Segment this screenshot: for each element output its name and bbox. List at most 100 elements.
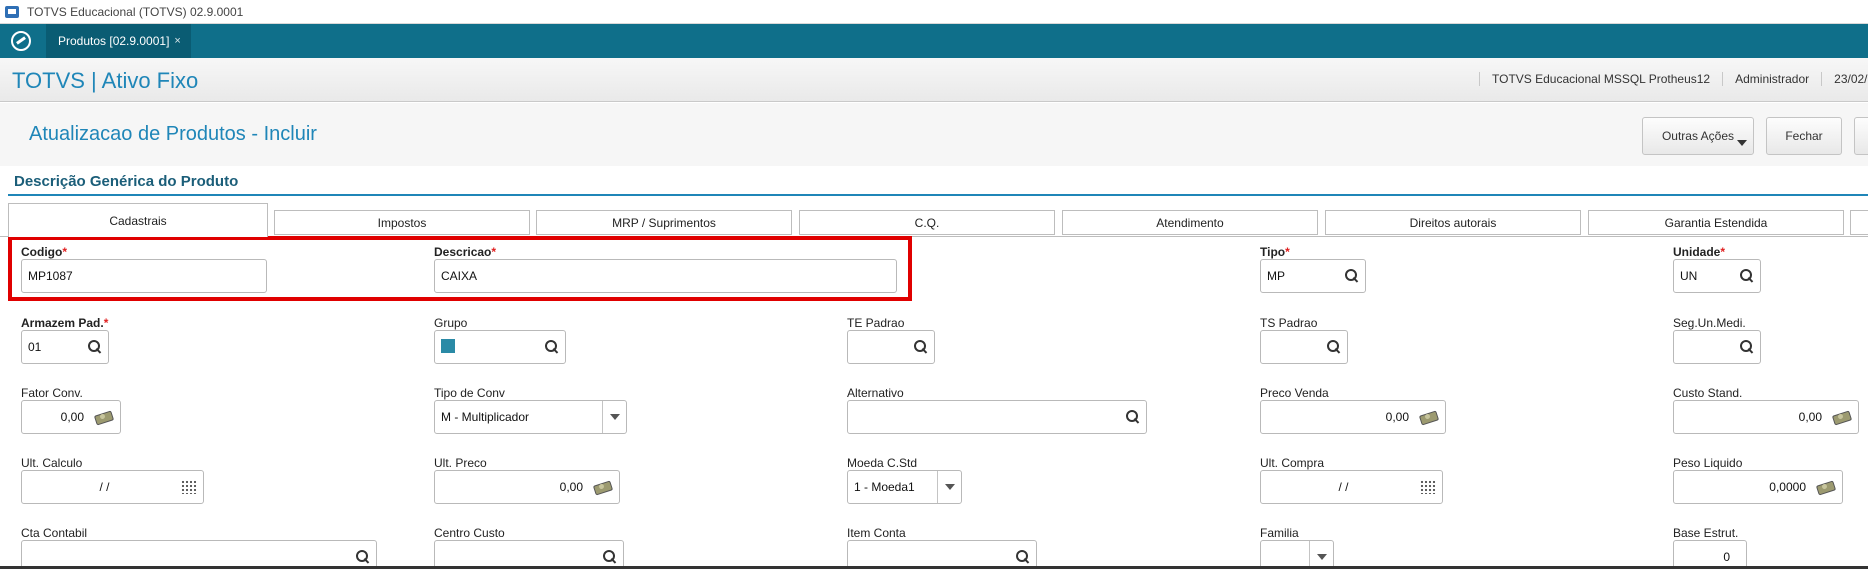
required-mark: * bbox=[103, 316, 109, 330]
ult-compra-field[interactable]: / / bbox=[1260, 470, 1443, 504]
base-estrut-value: 0 bbox=[1723, 550, 1730, 564]
money-icon[interactable] bbox=[94, 411, 114, 423]
chevron-down-icon[interactable] bbox=[602, 401, 626, 433]
search-icon[interactable] bbox=[1345, 269, 1359, 283]
app-window-icon bbox=[5, 5, 19, 18]
chevron-down-icon[interactable] bbox=[1309, 541, 1333, 569]
app-title: TOTVS | Ativo Fixo bbox=[12, 68, 199, 93]
item-conta-label: Item Conta bbox=[847, 526, 906, 540]
search-icon[interactable] bbox=[914, 340, 928, 354]
required-mark: * bbox=[1285, 245, 1290, 259]
money-icon[interactable] bbox=[1816, 481, 1836, 493]
user-label[interactable]: Administrador bbox=[1722, 72, 1821, 86]
search-icon[interactable] bbox=[1016, 550, 1030, 564]
search-icon[interactable] bbox=[1327, 340, 1341, 354]
money-icon[interactable] bbox=[593, 481, 613, 493]
te-padrao-field[interactable] bbox=[847, 330, 935, 364]
chevron-down-icon bbox=[1737, 140, 1747, 146]
ult-calculo-field[interactable]: / / bbox=[21, 470, 204, 504]
calendar-icon[interactable] bbox=[1420, 480, 1436, 494]
money-icon[interactable] bbox=[1419, 411, 1439, 423]
tab-more[interactable] bbox=[1850, 210, 1868, 235]
tab-atendimento[interactable]: Atendimento bbox=[1062, 210, 1318, 235]
search-icon[interactable] bbox=[1126, 410, 1140, 424]
tipo-label: Tipo* bbox=[1260, 245, 1290, 259]
home-icon[interactable] bbox=[11, 31, 31, 51]
cta-contabil-label: Cta Contabil bbox=[21, 526, 88, 540]
armazem-field[interactable]: 01 bbox=[21, 330, 109, 364]
tab-cq[interactable]: C.Q. bbox=[799, 210, 1055, 235]
required-mark: * bbox=[1720, 245, 1726, 259]
ult-compra-label: Ult. Compra bbox=[1260, 456, 1325, 470]
search-icon[interactable] bbox=[603, 550, 617, 564]
other-actions-label: Outras Ações bbox=[1661, 129, 1735, 143]
environment-label: TOTVS Educacional MSSQL Protheus12 bbox=[1479, 72, 1722, 86]
section-title: Descrição Genérica do Produto bbox=[14, 173, 239, 190]
money-icon[interactable] bbox=[1832, 411, 1852, 423]
environment-infobar: TOTVS Educacional MSSQL Protheus12 Admin… bbox=[1479, 68, 1868, 90]
ts-padrao-label: TS Padrao bbox=[1260, 316, 1318, 330]
ult-calculo-value: / / bbox=[99, 480, 110, 494]
grupo-field[interactable] bbox=[434, 330, 566, 364]
ult-compra-value: / / bbox=[1338, 480, 1349, 494]
moeda-cstd-select[interactable]: 1 - Moeda1 bbox=[847, 470, 962, 504]
module-tabbar: Produtos [02.9.0001] × bbox=[0, 24, 1868, 58]
ult-preco-field[interactable]: 0,00 bbox=[434, 470, 620, 504]
te-padrao-label: TE Padrao bbox=[847, 316, 905, 330]
tab-direitos-autorais[interactable]: Direitos autorais bbox=[1325, 210, 1581, 235]
tab-garantia-estendida[interactable]: Garantia Estendida bbox=[1588, 210, 1844, 235]
search-icon[interactable] bbox=[1740, 340, 1754, 354]
form-title: Atualizacao de Produtos - Incluir bbox=[29, 123, 317, 145]
item-conta-field[interactable] bbox=[847, 540, 1037, 569]
moeda-cstd-label: Moeda C.Std bbox=[847, 456, 918, 470]
armazem-value: 01 bbox=[28, 340, 42, 354]
tipo-field[interactable]: MP bbox=[1260, 259, 1366, 293]
search-icon[interactable] bbox=[545, 340, 559, 354]
tab-produtos[interactable]: Produtos [02.9.0001] × bbox=[46, 24, 191, 58]
tipo-conv-label: Tipo de Conv bbox=[434, 386, 505, 400]
tipo-value: MP bbox=[1267, 269, 1285, 283]
centro-custo-label: Centro Custo bbox=[434, 526, 505, 540]
section-divider bbox=[8, 194, 1868, 196]
app-header: TOTVS | Ativo Fixo TOTVS Educacional MSS… bbox=[0, 58, 1868, 102]
tab-cadastrais[interactable]: Cadastrais bbox=[8, 203, 268, 237]
base-estrut-field[interactable]: 0 bbox=[1673, 540, 1747, 569]
calendar-icon[interactable] bbox=[181, 480, 197, 494]
peso-liquido-value: 0,0000 bbox=[1769, 480, 1806, 494]
tipo-conv-select[interactable]: M - Multiplicador bbox=[434, 400, 627, 434]
search-icon[interactable] bbox=[88, 340, 102, 354]
grupo-label: Grupo bbox=[434, 316, 468, 330]
familia-select[interactable] bbox=[1260, 540, 1334, 569]
ts-padrao-field[interactable] bbox=[1260, 330, 1348, 364]
unidade-label: Unidade* bbox=[1673, 245, 1726, 259]
familia-label: Familia bbox=[1260, 526, 1299, 540]
window-title: TOTVS Educacional (TOTVS) 02.9.0001 bbox=[27, 4, 244, 19]
alternativo-field[interactable] bbox=[847, 400, 1147, 434]
fator-conv-label: Fator Conv. bbox=[21, 386, 83, 400]
search-icon[interactable] bbox=[1740, 269, 1754, 283]
chevron-down-icon[interactable] bbox=[937, 471, 961, 503]
ult-calculo-label: Ult. Calculo bbox=[21, 456, 83, 470]
peso-liquido-field[interactable]: 0,0000 bbox=[1673, 470, 1843, 504]
other-actions-button[interactable]: Outras Ações bbox=[1642, 117, 1754, 155]
tab-mrp-suprimentos[interactable]: MRP / Suprimentos bbox=[536, 210, 792, 235]
tab-impostos[interactable]: Impostos bbox=[274, 210, 530, 235]
form-header: Atualizacao de Produtos - Incluir Outras… bbox=[0, 103, 1868, 166]
preco-venda-field[interactable]: 0,00 bbox=[1260, 400, 1446, 434]
custo-stand-label: Custo Stand. bbox=[1673, 386, 1743, 400]
base-estrut-label: Base Estrut. bbox=[1673, 526, 1739, 540]
grupo-swatch bbox=[441, 338, 455, 353]
search-icon[interactable] bbox=[356, 550, 370, 564]
fator-conv-field[interactable]: 0,00 bbox=[21, 400, 121, 434]
unidade-field[interactable]: UN bbox=[1673, 259, 1761, 293]
tab-close-icon[interactable]: × bbox=[174, 35, 180, 47]
close-button[interactable]: Fechar bbox=[1766, 117, 1842, 155]
seg-un-medi-field[interactable] bbox=[1673, 330, 1761, 364]
ult-preco-value: 0,00 bbox=[559, 480, 583, 494]
cta-contabil-field[interactable] bbox=[21, 540, 377, 569]
confirm-button[interactable] bbox=[1854, 117, 1868, 155]
centro-custo-field[interactable] bbox=[434, 540, 624, 569]
grupo-value bbox=[441, 338, 545, 356]
custo-stand-field[interactable]: 0,00 bbox=[1673, 400, 1859, 434]
ult-preco-label: Ult. Preco bbox=[434, 456, 487, 470]
